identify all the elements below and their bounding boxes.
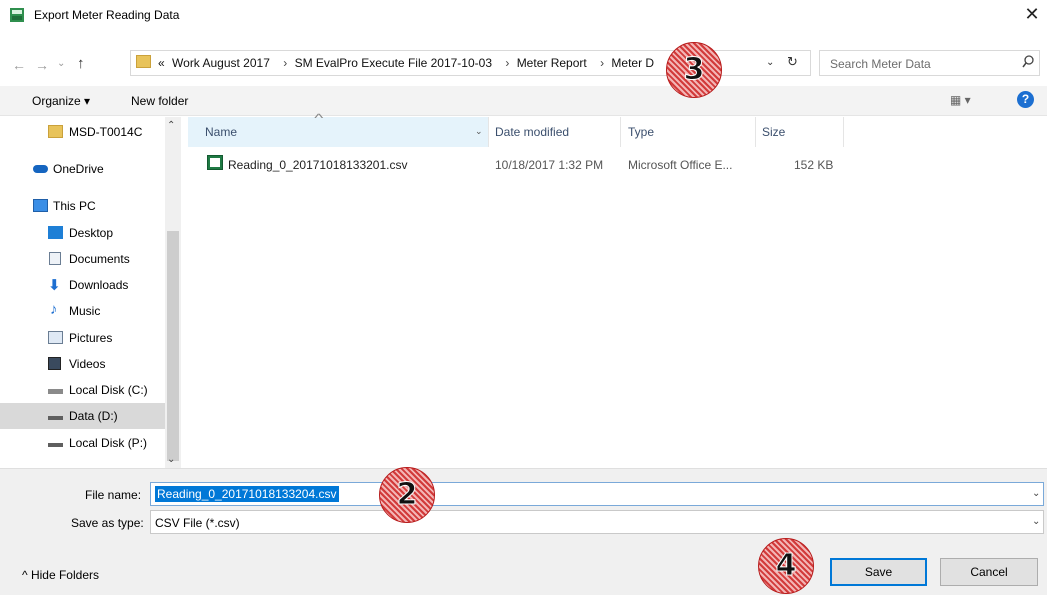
breadcrumb-overflow[interactable]: « bbox=[158, 56, 165, 70]
scroll-down-icon[interactable]: ⌄ bbox=[167, 454, 175, 465]
back-button[interactable]: ← bbox=[12, 57, 26, 73]
drive-icon bbox=[48, 416, 63, 420]
breadcrumb[interactable]: « Work August 2017 › SM EvalPro Execute … bbox=[158, 56, 658, 70]
music-icon: ♪ bbox=[50, 301, 58, 318]
sidebar-item-label: Desktop bbox=[69, 226, 114, 240]
save-button[interactable]: Save bbox=[830, 558, 927, 586]
sidebar-item-pictures[interactable]: Pictures bbox=[0, 325, 165, 351]
address-dropdown-icon[interactable]: ⌄ bbox=[766, 57, 774, 68]
chevron-down-icon[interactable]: ⌄ bbox=[1032, 516, 1040, 527]
sidebar-item-label: Downloads bbox=[69, 278, 129, 292]
file-date: 10/18/2017 1:32 PM bbox=[495, 158, 604, 172]
column-header-date[interactable]: Date modified bbox=[495, 125, 569, 139]
downloads-icon: ⬇ bbox=[48, 277, 61, 294]
breadcrumb-item[interactable]: SM EvalPro Execute File 2017-10-03 bbox=[295, 56, 492, 70]
file-name-label: File name: bbox=[85, 488, 142, 502]
sidebar-item-label: This PC bbox=[53, 199, 96, 213]
onedrive-icon bbox=[33, 165, 48, 173]
sidebar-item-music[interactable]: ♪ Music bbox=[0, 298, 165, 324]
column-header-size[interactable]: Size bbox=[762, 125, 785, 139]
computer-icon bbox=[33, 199, 48, 212]
sidebar-item-label: Documents bbox=[69, 252, 130, 266]
file-name: Reading_0_20171018133201.csv bbox=[228, 158, 408, 172]
callout-number: 2 bbox=[396, 477, 418, 513]
breadcrumb-separator[interactable]: › bbox=[283, 56, 287, 70]
hide-folders-button[interactable]: ^ Hide Folders bbox=[22, 568, 99, 582]
navigation-pane: MSD-T0014C OneDrive This PC Desktop Docu… bbox=[0, 117, 181, 468]
forward-button[interactable]: → bbox=[35, 57, 49, 73]
sidebar-item-label: Local Disk (C:) bbox=[69, 383, 148, 397]
column-divider[interactable] bbox=[620, 117, 621, 147]
column-name-label: Name bbox=[205, 125, 238, 139]
search-icon[interactable] bbox=[1022, 55, 1035, 71]
new-folder-button[interactable]: New folder bbox=[131, 94, 188, 108]
pictures-icon bbox=[48, 331, 63, 344]
sidebar-item-downloads[interactable]: ⬇ Downloads bbox=[0, 272, 165, 298]
refresh-icon[interactable]: ↻ bbox=[787, 54, 798, 70]
close-button[interactable]: ✕ bbox=[1020, 3, 1044, 27]
search-placeholder: Search Meter Data bbox=[830, 57, 931, 71]
save-type-select[interactable] bbox=[150, 510, 1044, 534]
view-options-button[interactable]: ▦ ▾ bbox=[950, 93, 971, 107]
chevron-down-icon[interactable]: ⌄ bbox=[1032, 488, 1040, 499]
scroll-up-icon[interactable]: ⌃ bbox=[167, 120, 175, 131]
desktop-icon bbox=[48, 226, 63, 239]
up-folder-button[interactable]: ↑ bbox=[77, 55, 85, 72]
videos-icon bbox=[48, 357, 61, 370]
save-type-label: Save as type: bbox=[71, 516, 144, 530]
save-type-value: CSV File (*.csv) bbox=[155, 516, 240, 530]
sidebar-item-onedrive[interactable]: OneDrive bbox=[0, 156, 165, 182]
callout-number: 3 bbox=[683, 52, 705, 88]
drive-c-icon bbox=[48, 389, 63, 394]
sidebar-item-label: MSD-T0014C bbox=[69, 125, 143, 139]
file-type: Microsoft Office E... bbox=[628, 158, 733, 172]
drive-icon bbox=[48, 443, 63, 447]
sidebar-item-local-disk-c[interactable]: Local Disk (C:) bbox=[0, 377, 165, 403]
sidebar-item-label: OneDrive bbox=[53, 162, 104, 176]
sidebar-item-msd-t0014c[interactable]: MSD-T0014C bbox=[0, 119, 165, 145]
organize-button[interactable]: Organize ▾ bbox=[32, 94, 90, 108]
cancel-button[interactable]: Cancel bbox=[940, 558, 1038, 586]
callout-marker: 3 bbox=[666, 42, 722, 98]
documents-icon bbox=[49, 252, 61, 265]
callout-marker: 4 bbox=[758, 538, 814, 594]
window-title: Export Meter Reading Data bbox=[34, 8, 180, 22]
sidebar-item-desktop[interactable]: Desktop bbox=[0, 220, 165, 246]
sidebar-item-label: Music bbox=[69, 304, 101, 318]
sidebar-item-this-pc[interactable]: This PC bbox=[0, 193, 165, 219]
sidebar-item-label: Local Disk (P:) bbox=[69, 436, 148, 450]
file-name-value[interactable]: Reading_0_20171018133204.csv bbox=[155, 486, 339, 502]
column-divider[interactable] bbox=[755, 117, 756, 147]
breadcrumb-item[interactable]: Meter Report bbox=[517, 56, 587, 70]
breadcrumb-separator[interactable]: › bbox=[505, 56, 509, 70]
excel-file-icon bbox=[207, 155, 223, 170]
sidebar-item-local-disk-p[interactable]: Local Disk (P:) bbox=[0, 430, 165, 456]
sidebar-item-documents[interactable]: Documents bbox=[0, 246, 165, 272]
recent-locations-button[interactable]: ⌄ bbox=[57, 58, 65, 69]
callout-marker: 2 bbox=[379, 467, 435, 523]
column-divider[interactable] bbox=[488, 117, 489, 147]
folder-icon bbox=[48, 125, 63, 138]
breadcrumb-item[interactable]: Meter D bbox=[611, 56, 654, 70]
help-icon[interactable]: ? bbox=[1017, 91, 1034, 108]
folder-icon bbox=[136, 55, 151, 68]
column-divider[interactable] bbox=[843, 117, 844, 147]
file-size: 152 KB bbox=[794, 158, 834, 172]
breadcrumb-separator[interactable]: › bbox=[600, 56, 604, 70]
sidebar-item-label: Data (D:) bbox=[69, 409, 118, 423]
sidebar-item-videos[interactable]: Videos bbox=[0, 351, 165, 377]
sidebar-scroll-thumb[interactable] bbox=[167, 231, 179, 461]
app-icon bbox=[10, 8, 24, 22]
callout-number: 4 bbox=[775, 548, 797, 584]
sidebar-item-label: Videos bbox=[69, 357, 106, 371]
sidebar-item-data-d[interactable]: Data (D:) bbox=[0, 403, 165, 429]
sidebar-item-label: Pictures bbox=[69, 331, 113, 345]
column-filter-icon[interactable]: ⌄ bbox=[475, 126, 483, 137]
column-header-type[interactable]: Type bbox=[628, 125, 654, 139]
sort-ascending-icon: ^ bbox=[314, 111, 324, 125]
breadcrumb-item[interactable]: Work August 2017 bbox=[172, 56, 270, 70]
